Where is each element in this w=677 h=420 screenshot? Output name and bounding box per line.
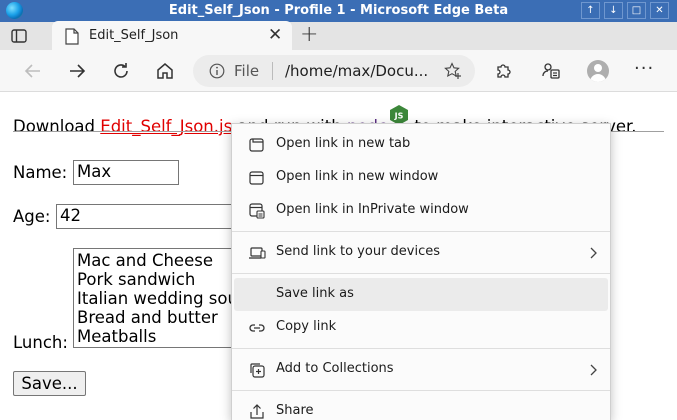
menu-item-label: Save link as xyxy=(276,286,354,301)
lunch-option[interactable]: Italian wedding soup xyxy=(77,289,242,308)
back-icon[interactable] xyxy=(23,61,43,81)
menu-item-save-link-as[interactable]: Save link as xyxy=(234,278,608,311)
info-icon[interactable] xyxy=(209,63,225,83)
menu-item-label: Open link in new window xyxy=(276,169,439,184)
add-favorite-icon[interactable] xyxy=(444,62,462,84)
extensions-icon[interactable] xyxy=(494,61,514,81)
tab-actions-icon[interactable] xyxy=(10,27,28,45)
menu-item-label: Send link to your devices xyxy=(276,244,441,259)
save-button[interactable]: Save... xyxy=(13,371,86,396)
menu-separator xyxy=(232,231,610,232)
profile-avatar[interactable] xyxy=(587,60,609,82)
forward-icon[interactable] xyxy=(67,61,87,81)
menu-item-open-new-tab[interactable]: Open link in new tab xyxy=(234,128,608,161)
menu-item-label: Open link in new tab xyxy=(276,136,411,151)
menu-item-open-inprivate[interactable]: Open link in InPrivate window xyxy=(234,194,608,227)
new-tab-button[interactable]: + xyxy=(300,22,318,47)
new-tab-icon xyxy=(248,136,266,154)
inprivate-icon xyxy=(248,202,266,220)
menu-item-add-to-collections[interactable]: Add to Collections xyxy=(234,353,608,386)
collections-icon xyxy=(248,361,266,379)
menu-item-label: Add to Collections xyxy=(276,361,394,376)
lunch-label: Lunch: xyxy=(13,333,68,352)
menu-separator xyxy=(232,390,610,391)
menu-item-label: Copy link xyxy=(276,319,337,334)
menu-separator xyxy=(232,348,610,349)
address-url[interactable]: /home/max/Docu... xyxy=(285,62,428,80)
age-label: Age: xyxy=(13,207,51,226)
lunch-option[interactable]: Meatballs xyxy=(77,327,239,346)
profile-sync-icon[interactable] xyxy=(541,61,561,81)
lunch-option[interactable]: Pork sandwich xyxy=(77,270,239,289)
address-scheme-label: File xyxy=(234,62,260,80)
send-devices-icon xyxy=(248,244,266,262)
context-menu: Open link in new tab Open link in new wi… xyxy=(231,123,611,420)
tab-edit-self-json[interactable]: Edit_Self_Json ✕ xyxy=(52,21,292,50)
chevron-right-icon xyxy=(588,245,598,264)
close-window-button[interactable]: ✕ xyxy=(650,2,669,19)
lunch-option[interactable]: Mac and Cheese xyxy=(77,251,239,270)
home-icon[interactable] xyxy=(155,61,175,81)
lunch-option[interactable]: Bread and butter xyxy=(77,308,239,327)
maximize-button[interactable]: □ xyxy=(627,2,646,19)
chevron-right-icon xyxy=(588,362,598,381)
download-link[interactable]: Edit_Self_Json.js xyxy=(100,117,232,136)
address-bar[interactable]: File /home/max/Docu... xyxy=(193,55,475,87)
menu-item-share[interactable]: Share xyxy=(234,395,608,420)
name-label: Name: xyxy=(13,163,68,182)
menu-separator xyxy=(232,273,610,274)
menu-item-label: Share xyxy=(276,403,314,418)
menu-item-copy-link[interactable]: Copy link xyxy=(234,311,608,344)
link-icon xyxy=(248,319,266,337)
lunch-listbox[interactable]: Mac and Cheese Pork sandwich Italian wed… xyxy=(73,248,243,348)
menu-item-open-new-window[interactable]: Open link in new window xyxy=(234,161,608,194)
page-icon xyxy=(65,28,79,49)
menu-item-send-to-devices[interactable]: Send link to your devices xyxy=(234,236,608,269)
move-up-button[interactable]: ↑ xyxy=(581,2,600,19)
window-title: Edit_Self_Json - Profile 1 - Microsoft E… xyxy=(168,3,509,18)
address-divider xyxy=(272,62,273,80)
move-down-button[interactable]: ↓ xyxy=(604,2,623,19)
age-field[interactable]: 42 xyxy=(56,204,246,229)
share-icon xyxy=(248,403,266,420)
nodejs-badge-text: JS xyxy=(394,112,404,121)
more-options-icon[interactable]: ··· xyxy=(634,58,654,79)
refresh-icon[interactable] xyxy=(111,61,131,81)
name-field[interactable]: Max xyxy=(73,160,179,185)
tab-close-icon[interactable]: ✕ xyxy=(268,25,282,45)
toolbar: File /home/max/Docu... ··· xyxy=(0,50,677,92)
menu-item-label: Open link in InPrivate window xyxy=(276,202,469,217)
new-window-icon xyxy=(248,169,266,187)
title-bar: Edit_Self_Json - Profile 1 - Microsoft E… xyxy=(0,0,677,22)
intro-prefix: Download xyxy=(13,117,101,136)
tab-title: Edit_Self_Json xyxy=(89,28,179,43)
